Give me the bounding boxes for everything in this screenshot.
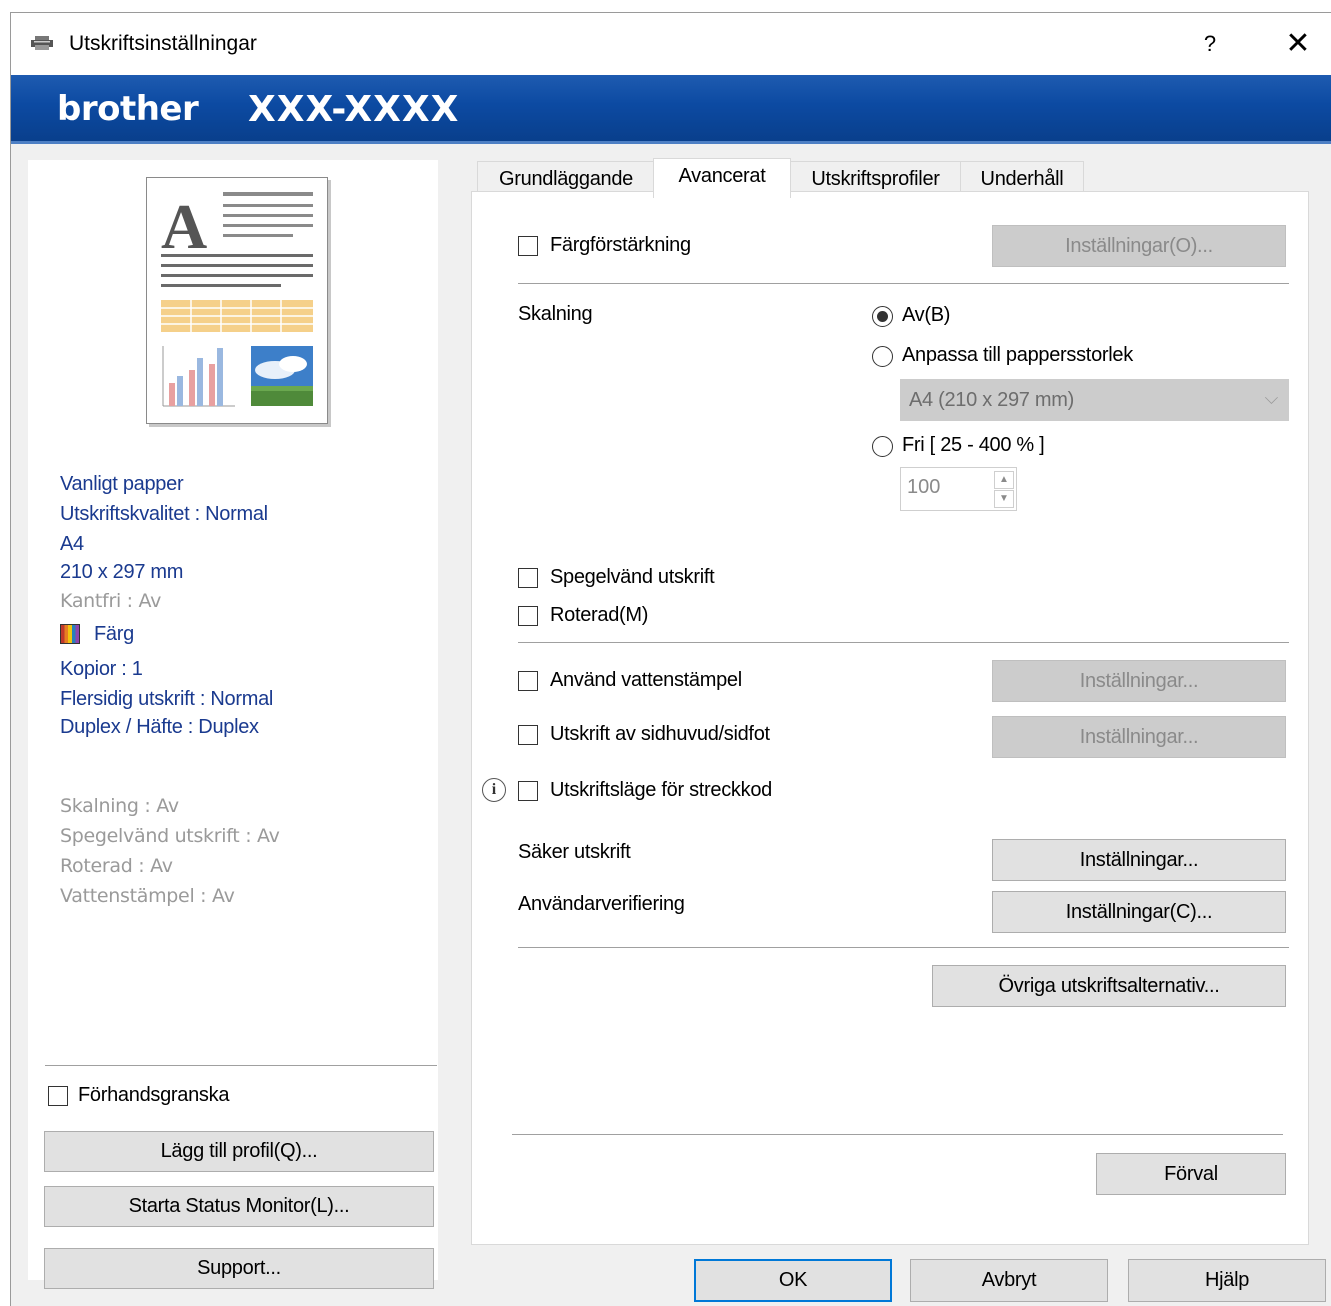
- divider-3: [518, 947, 1289, 948]
- landscape-photo-icon: [251, 346, 313, 406]
- secure-print-label: Säker utskrift: [518, 841, 631, 863]
- rotate-label: Roterad(M): [550, 604, 649, 626]
- tab-print-profiles[interactable]: Utskriftsprofiler: [789, 161, 962, 195]
- barcode-mode-checkbox[interactable]: [518, 781, 538, 801]
- color-enhancement-settings-button[interactable]: Inställningar(O)...: [992, 225, 1286, 267]
- user-verification-label: Användarverifiering: [518, 893, 685, 915]
- header-footer-checkbox[interactable]: [518, 725, 538, 745]
- status-monitor-button[interactable]: Starta Status Monitor(L)...: [44, 1186, 434, 1227]
- paper-size-value: A4 (210 x 297 mm): [909, 389, 1074, 411]
- brand-logo: brother: [57, 89, 199, 129]
- scaling-free-radio[interactable]: [872, 436, 893, 457]
- support-button[interactable]: Support...: [44, 1248, 434, 1289]
- settings-summary-panel: A Vanligt papper Utskriftskvalitet: Nor…: [28, 160, 438, 1280]
- spin-down-icon[interactable]: ▼: [994, 490, 1014, 508]
- watermark-checkbox[interactable]: [518, 671, 538, 691]
- summary-print-quality: Utskriftskvalitet : Normal: [60, 503, 268, 525]
- scaling-fit-radio[interactable]: [872, 346, 893, 367]
- watermark-label: Använd vattenstämpel: [550, 669, 742, 691]
- secure-print-settings-button[interactable]: Inställningar...: [992, 839, 1286, 881]
- print-preferences-window: Utskriftsinställningar ? ✕ brother XXX-X…: [10, 12, 1331, 1306]
- left-divider: [45, 1065, 437, 1066]
- summary-paper-size: A4: [60, 533, 84, 555]
- user-verification-settings-button[interactable]: Inställningar(C)...: [992, 891, 1286, 933]
- divider-1: [518, 283, 1289, 284]
- cancel-button[interactable]: Avbryt: [910, 1259, 1108, 1302]
- color-icon: [60, 624, 80, 644]
- color-enhancement-label: Färgförstärkning: [550, 234, 691, 256]
- divider-2: [518, 642, 1289, 643]
- mirror-print-label: Spegelvänd utskrift: [550, 566, 715, 588]
- scaling-percent-stepper[interactable]: 100 ▲ ▼: [900, 467, 1017, 511]
- chevron-down-icon: ⌵: [1264, 388, 1279, 408]
- bar-chart-icon: [162, 346, 235, 407]
- document-preview-icon: A: [161, 191, 313, 407]
- summary-borderless: Kantfri : Av: [60, 590, 162, 612]
- summary-multipage: Flersidig utskrift : Normal: [60, 688, 274, 710]
- scaling-fit-label: Anpassa till pappersstorlek: [902, 344, 1133, 366]
- summary-paper-dimensions: 210 x 297 mm: [60, 561, 184, 583]
- ok-button[interactable]: OK: [694, 1259, 892, 1302]
- tab-advanced[interactable]: Avancerat: [653, 158, 791, 198]
- rotate-checkbox[interactable]: [518, 606, 538, 626]
- paper-size-select[interactable]: A4 (210 x 297 mm) ⌵: [900, 379, 1289, 421]
- svg-text:A: A: [161, 191, 207, 262]
- brand-banner: brother XXX-XXXX: [11, 75, 1331, 144]
- header-footer-label: Utskrift av sidhuvud/sidfot: [550, 723, 770, 745]
- close-icon[interactable]: ✕: [1281, 27, 1315, 61]
- summary-scaling: Skalning : Av: [60, 795, 179, 817]
- tab-maintenance[interactable]: Underhåll: [960, 161, 1084, 195]
- info-icon[interactable]: i: [482, 778, 506, 802]
- color-enhancement-checkbox[interactable]: [518, 236, 538, 256]
- summary-paper-type: Vanligt papper: [60, 473, 184, 495]
- mirror-print-checkbox[interactable]: [518, 568, 538, 588]
- printer-model: XXX-XXXX: [248, 89, 460, 130]
- summary-duplex: Duplex / Häfte : Duplex: [60, 716, 259, 738]
- preview-checkbox[interactable]: [48, 1086, 68, 1106]
- scaling-label: Skalning: [518, 303, 593, 325]
- scaling-off-radio[interactable]: [872, 306, 893, 327]
- summary-watermark: Vattenstämpel : Av: [60, 885, 235, 907]
- defaults-button[interactable]: Förval: [1096, 1153, 1286, 1195]
- tab-basic[interactable]: Grundläggande: [477, 161, 655, 195]
- spin-up-icon[interactable]: ▲: [994, 471, 1014, 489]
- printer-icon: [31, 36, 53, 50]
- watermark-settings-button[interactable]: Inställningar...: [992, 660, 1286, 702]
- summary-copies: Kopior : 1: [60, 658, 143, 680]
- scaling-free-label: Fri [ 25 - 400 % ]: [902, 434, 1045, 456]
- barcode-mode-label: Utskriftsläge för streckkod: [550, 779, 772, 801]
- summary-mirror: Spegelvänd utskrift : Av: [60, 825, 280, 847]
- title-bar: Utskriftsinställningar ? ✕: [11, 13, 1331, 75]
- help-icon[interactable]: ?: [1195, 29, 1225, 59]
- header-footer-settings-button[interactable]: Inställningar...: [992, 716, 1286, 758]
- window-title: Utskriftsinställningar: [69, 32, 257, 55]
- help-button[interactable]: Hjälp: [1128, 1259, 1326, 1302]
- add-profile-button[interactable]: Lägg till profil(Q)...: [44, 1131, 434, 1172]
- summary-color: Färg: [94, 623, 134, 645]
- other-print-options-button[interactable]: Övriga utskriftsalternativ...: [932, 965, 1286, 1007]
- summary-rotate: Roterad : Av: [60, 855, 173, 877]
- scaling-off-label: Av(B): [902, 304, 951, 326]
- page-preview-thumbnail: A: [146, 177, 328, 424]
- preview-label: Förhandsgranska: [78, 1084, 230, 1106]
- scaling-percent-value: 100: [907, 476, 941, 498]
- divider-4: [512, 1134, 1283, 1135]
